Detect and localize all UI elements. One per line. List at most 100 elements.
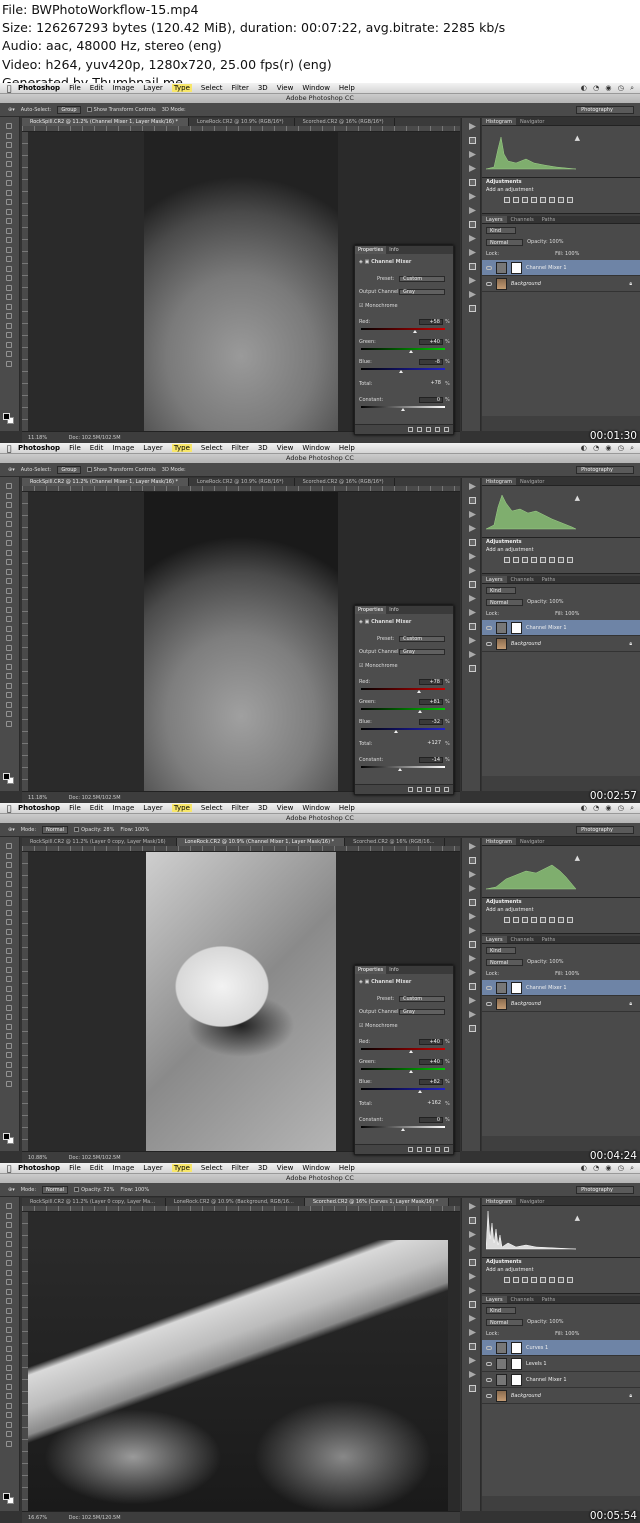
- tab-histogram[interactable]: Histogram: [482, 118, 516, 125]
- layer-fill[interactable]: Fill: 100%: [555, 611, 579, 617]
- menu-3d[interactable]: 3D: [258, 1164, 268, 1172]
- menu-file[interactable]: File: [69, 84, 81, 92]
- preset-select[interactable]: Custom: [399, 636, 445, 642]
- panel-toggle-icon[interactable]: [469, 151, 476, 158]
- tool-icon[interactable]: [6, 360, 12, 367]
- constant-slider-track[interactable]: [361, 766, 445, 768]
- panel-toggle-icon[interactable]: [469, 927, 476, 934]
- adjustment-icon[interactable]: [549, 557, 555, 563]
- document-tab[interactable]: Scorched.CR2 @ 16% (RGB/16*): [295, 118, 395, 126]
- constant-slider-knob[interactable]: [401, 408, 405, 411]
- panel-toggle-icon[interactable]: [469, 581, 476, 588]
- tool-icon[interactable]: [6, 1345, 12, 1352]
- red-slider-track[interactable]: [361, 688, 445, 690]
- tab-properties[interactable]: Properties: [355, 966, 387, 974]
- menu-filter[interactable]: Filter: [232, 1164, 249, 1172]
- option-select[interactable]: Normal: [42, 1185, 69, 1194]
- adjustment-icon[interactable]: [531, 557, 537, 563]
- adjustment-icon[interactable]: [504, 917, 510, 923]
- panel-toggle-icon[interactable]: [469, 221, 476, 228]
- reset-icon[interactable]: [426, 1147, 431, 1152]
- panel-toggle-icon[interactable]: [469, 305, 476, 312]
- menu-window[interactable]: Window: [302, 444, 330, 452]
- adjustment-icon[interactable]: [513, 557, 519, 563]
- tool-icon[interactable]: [6, 909, 12, 916]
- blend-mode-select[interactable]: Normal: [486, 958, 524, 966]
- menu-select[interactable]: Select: [201, 1164, 223, 1172]
- panel-toggle-icon[interactable]: [469, 277, 476, 284]
- tab-channels[interactable]: Channels: [507, 216, 538, 223]
- document-tab[interactable]: LoneRock.CR2 @ 10.9% (RGB/16*): [189, 478, 295, 486]
- tab-navigator[interactable]: Navigator: [516, 118, 548, 125]
- menu-filter[interactable]: Filter: [232, 444, 249, 452]
- tool-preset-icon[interactable]: ⊕▾: [8, 827, 15, 833]
- tool-icon[interactable]: [6, 511, 12, 518]
- tab-navigator[interactable]: Navigator: [516, 838, 548, 845]
- menu-window[interactable]: Window: [302, 1164, 330, 1172]
- visibility-icon[interactable]: [435, 1147, 440, 1152]
- adjustment-icon[interactable]: [567, 917, 573, 923]
- zoom-level[interactable]: 11.18%: [28, 435, 47, 441]
- menu-view[interactable]: View: [277, 84, 294, 92]
- tool-icon[interactable]: [6, 1336, 12, 1342]
- preset-select[interactable]: Custom: [399, 996, 445, 1002]
- lock-icon[interactable]: 🔒︎: [629, 1001, 632, 1007]
- tool-preset-icon[interactable]: ⊕▾: [8, 107, 15, 113]
- panel-toggle-icon[interactable]: [469, 1245, 476, 1252]
- tool-icon[interactable]: [6, 701, 12, 708]
- zoom-level[interactable]: 10.88%: [28, 1155, 47, 1161]
- panel-toggle-icon[interactable]: [469, 609, 476, 616]
- layer-opacity[interactable]: Opacity: 100%: [527, 599, 563, 605]
- menu-help[interactable]: Help: [339, 444, 355, 452]
- tool-icon[interactable]: [6, 1231, 12, 1238]
- layer-kind-select[interactable]: Kind: [486, 1306, 517, 1314]
- constant-slider-knob[interactable]: [398, 768, 403, 771]
- menu-photoshop[interactable]: Photoshop: [18, 84, 60, 92]
- view-previous-icon[interactable]: [417, 427, 422, 432]
- monochrome-checkbox[interactable]: ☑ Monochrome: [359, 303, 398, 309]
- tool-icon[interactable]: [6, 341, 12, 348]
- menu-image[interactable]: Image: [112, 1164, 134, 1172]
- document-canvas[interactable]: [28, 1212, 460, 1511]
- green-value-input[interactable]: +40: [419, 1059, 443, 1065]
- warning-icon[interactable]: ▲: [575, 134, 580, 142]
- tool-preset-icon[interactable]: ⊕▾: [8, 1187, 15, 1193]
- layer-row[interactable]: Background 🔒︎: [482, 276, 640, 292]
- constant-value-input[interactable]: -14: [419, 757, 443, 763]
- menu-edit[interactable]: Edit: [90, 1164, 104, 1172]
- panel-toggle-icon[interactable]: [469, 1011, 476, 1018]
- panel-toggle-icon[interactable]: [469, 165, 476, 172]
- tool-icon[interactable]: [6, 180, 12, 186]
- option-toggle[interactable]: Show Transform Controls: [86, 106, 156, 113]
- tool-icon[interactable]: [6, 332, 12, 338]
- adjustment-icon[interactable]: [567, 1277, 573, 1283]
- apple-icon[interactable]: : [0, 444, 18, 453]
- adjustment-icon[interactable]: [558, 557, 564, 563]
- tool-icon[interactable]: [6, 871, 12, 878]
- tool-icon[interactable]: [6, 530, 12, 537]
- red-slider-knob[interactable]: [413, 330, 418, 333]
- adjustment-icon[interactable]: [540, 917, 546, 923]
- panel-toggle-icon[interactable]: [469, 955, 476, 962]
- tool-icon[interactable]: [6, 625, 12, 632]
- adjustment-icon[interactable]: [522, 197, 528, 203]
- layer-mask-thumbnail[interactable]: [511, 1341, 522, 1354]
- warning-icon[interactable]: ▲: [575, 854, 580, 862]
- tab-info[interactable]: Info: [386, 966, 401, 974]
- adjustment-icon[interactable]: [513, 197, 519, 203]
- menu-layer[interactable]: Layer: [143, 444, 163, 452]
- document-tab[interactable]: LoneRock.CR2 @ 10.9% (RGB/16*): [189, 118, 295, 126]
- menu-view[interactable]: View: [277, 804, 294, 812]
- green-slider-knob[interactable]: [418, 710, 422, 713]
- menu-select[interactable]: Select: [201, 444, 223, 452]
- menu-extras-icon[interactable]: ◐ ◔ ◉ ◷ ⌕: [581, 444, 636, 453]
- tool-icon[interactable]: [6, 351, 12, 357]
- menu-view[interactable]: View: [277, 444, 294, 452]
- red-value-input[interactable]: +58: [419, 319, 443, 325]
- tab-layers[interactable]: Layers: [482, 216, 507, 223]
- document-tab[interactable]: RockSpill.CR2 @ 11.2% (Channel Mixer 1, …: [22, 478, 190, 486]
- tool-icon[interactable]: [6, 890, 12, 897]
- tool-icon[interactable]: [6, 218, 12, 224]
- panel-toggle-icon[interactable]: [469, 941, 476, 948]
- menu-type[interactable]: Type: [171, 444, 192, 452]
